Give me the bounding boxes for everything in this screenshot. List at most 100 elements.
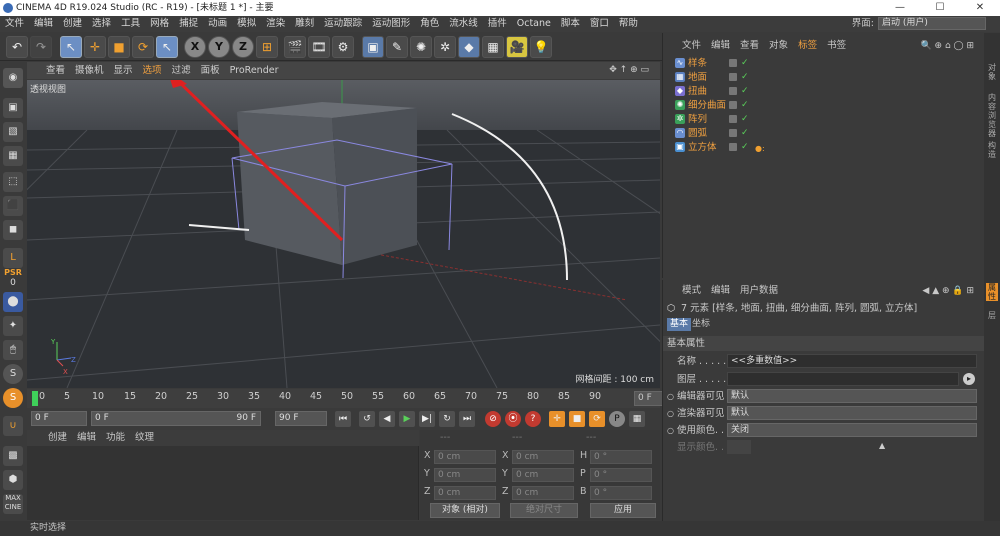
keyframe-selection-icon[interactable]: ? (525, 411, 541, 427)
size-mode-dropdown[interactable]: 绝对尺寸 (510, 503, 578, 518)
redo-icon[interactable]: ↷ (30, 36, 52, 58)
s-plugin-icon[interactable]: S (3, 388, 23, 408)
attr-menu-edit[interactable]: 编辑 (706, 283, 735, 299)
tweak-icon[interactable]: ⬤ (3, 292, 23, 312)
enabled-check-icon[interactable]: ✓ (741, 99, 749, 112)
visibility-toggle-icon[interactable] (729, 87, 737, 95)
coord-size-y-field[interactable]: 0 cm (512, 468, 574, 482)
object-row[interactable]: ▣ 立方体 ✓ ●: (663, 141, 985, 154)
recent-tool-icon[interactable]: ↖ (156, 36, 178, 58)
coord-rot-p-field[interactable]: 0 ° (590, 468, 652, 482)
material-menu-texture[interactable]: 纹理 (130, 430, 159, 446)
texture-mode-icon[interactable]: ▧ (3, 122, 23, 142)
menu-tools[interactable]: 工具 (116, 16, 145, 32)
enabled-check-icon[interactable]: ✓ (741, 71, 749, 84)
attr-nav-icons[interactable]: ◀ ▲ ⊕ 🔒 ⊞ (917, 283, 979, 299)
next-keyframe-icon[interactable]: ↻ (439, 411, 455, 427)
menu-motion-tracking[interactable]: 运动跟踪 (319, 16, 367, 32)
z-axis-button[interactable]: Z (232, 36, 254, 58)
menu-window[interactable]: 窗口 (585, 16, 614, 32)
make-editable-icon[interactable]: ◉ (3, 68, 23, 88)
attr-menu-userdata[interactable]: 用户数据 (735, 283, 783, 299)
maximize-button[interactable]: ☐ (920, 0, 960, 16)
edges-mode-icon[interactable]: ⬛ (3, 196, 23, 216)
menu-create[interactable]: 创建 (58, 16, 87, 32)
start-frame-field[interactable]: 0 F (31, 411, 87, 426)
attr-layer-field[interactable] (727, 372, 959, 386)
layer-picker-icon[interactable]: ▸ (963, 373, 975, 385)
menu-pipeline[interactable]: 流水线 (444, 16, 483, 32)
preview-range-slider[interactable]: 0 F 90 F (91, 411, 261, 426)
render-view-icon[interactable]: 🎬 (284, 36, 306, 58)
light-icon[interactable]: 💡 (530, 36, 552, 58)
close-button[interactable]: ✕ (960, 0, 1000, 16)
menu-mograph[interactable]: 运动图形 (367, 16, 415, 32)
solo-icon[interactable]: S (3, 364, 23, 384)
render-picture-viewer-icon[interactable]: 🎞 (308, 36, 330, 58)
object-menu-edit[interactable]: 编辑 (706, 38, 735, 54)
coord-pos-y-field[interactable]: 0 cm (434, 468, 496, 482)
scale-icon[interactable]: ■ (108, 36, 130, 58)
enabled-check-icon[interactable]: ✓ (741, 57, 749, 70)
object-menu-file[interactable]: 文件 (677, 38, 706, 54)
material-menu-function[interactable]: 功能 (101, 430, 130, 446)
viewport-menu-prorender[interactable]: ProRender (225, 62, 284, 79)
material-menu-edit[interactable]: 编辑 (72, 430, 101, 446)
menu-script[interactable]: 脚本 (556, 16, 585, 32)
prev-keyframe-icon[interactable]: ↺ (359, 411, 375, 427)
points-mode-icon[interactable]: ⬚ (3, 172, 23, 192)
deformer-icon[interactable]: ◆ (458, 36, 480, 58)
move-icon[interactable]: ✛ (84, 36, 106, 58)
attr-menu-mode[interactable]: 模式 (677, 283, 706, 299)
viewport-menu-display[interactable]: 显示 (109, 62, 138, 79)
timeline-playhead[interactable] (32, 391, 38, 406)
magnet-icon[interactable]: ∪ (3, 416, 23, 436)
undo-icon[interactable]: ↶ (6, 36, 28, 58)
side-tab-attributes[interactable]: 属性 (986, 283, 998, 301)
coord-size-z-field[interactable]: 0 cm (512, 486, 574, 500)
menu-mesh[interactable]: 网格 (145, 16, 174, 32)
viewport-menu-camera[interactable]: 摄像机 (70, 62, 109, 79)
polygons-mode-icon[interactable]: ◼ (3, 220, 23, 240)
attr-editor-vis-dropdown[interactable]: 默认 (727, 389, 977, 403)
display-color-swatch[interactable] (727, 440, 751, 454)
object-row[interactable]: ◠ 圆弧 ✓ (663, 127, 985, 140)
menu-sculpt[interactable]: 雕刻 (290, 16, 319, 32)
viewport-nav-icons[interactable]: ✥ ↑ ⊕ ▭ (604, 62, 654, 79)
side-tab-structure[interactable]: 构造 (986, 141, 998, 159)
menu-edit[interactable]: 编辑 (29, 16, 58, 32)
key-scale-icon[interactable]: ■ (569, 411, 585, 427)
pen-spline-icon[interactable]: ✎ (386, 36, 408, 58)
enabled-check-icon[interactable]: ✓ (741, 127, 749, 140)
array-icon[interactable]: ✲ (434, 36, 456, 58)
visibility-toggle-icon[interactable] (729, 73, 737, 81)
object-search-icons[interactable]: 🔍 ⊕ ⌂ ◯ ⊞ (915, 38, 979, 54)
object-menu-bookmarks[interactable]: 书签 (822, 38, 851, 54)
tab-basic[interactable]: 基本 (667, 318, 692, 331)
side-tab-content-browser[interactable]: 内容浏览器 (986, 93, 998, 138)
enabled-check-icon[interactable]: ✓ (741, 141, 749, 154)
object-row[interactable]: ∿ 样条 ✓ (663, 57, 985, 70)
key-position-icon[interactable]: ✛ (549, 411, 565, 427)
go-to-start-icon[interactable]: ⏮ (335, 411, 351, 427)
coord-mode-dropdown[interactable]: 对象 (相对) (430, 503, 500, 518)
object-row[interactable]: ✲ 阵列 ✓ (663, 113, 985, 126)
select-arrow-icon[interactable]: ↖ (60, 36, 82, 58)
render-settings-icon[interactable]: ⚙ (332, 36, 354, 58)
attr-name-field[interactable]: <<多重数值>> (727, 354, 977, 368)
snap-icon[interactable]: ✦ (3, 316, 23, 336)
play-icon[interactable]: ▶ (399, 411, 415, 427)
menu-character[interactable]: 角色 (415, 16, 444, 32)
menu-plugins[interactable]: 插件 (483, 16, 512, 32)
object-menu-objects[interactable]: 对象 (764, 38, 793, 54)
object-row[interactable]: ◆ 扭曲 ✓ (663, 85, 985, 98)
cube-icon[interactable]: ▣ (362, 36, 384, 58)
viewport-menu-panel[interactable]: 面板 (196, 62, 225, 79)
material-tag-icon[interactable]: ●: (755, 142, 765, 155)
visibility-toggle-icon[interactable] (729, 143, 737, 151)
side-tab-objects[interactable]: 对象 (986, 63, 998, 81)
coord-pos-x-field[interactable]: 0 cm (434, 450, 496, 464)
key-pla-icon[interactable]: ▦ (629, 411, 645, 427)
key-parameter-icon[interactable]: P (609, 411, 625, 427)
subdivision-icon[interactable]: ✺ (410, 36, 432, 58)
